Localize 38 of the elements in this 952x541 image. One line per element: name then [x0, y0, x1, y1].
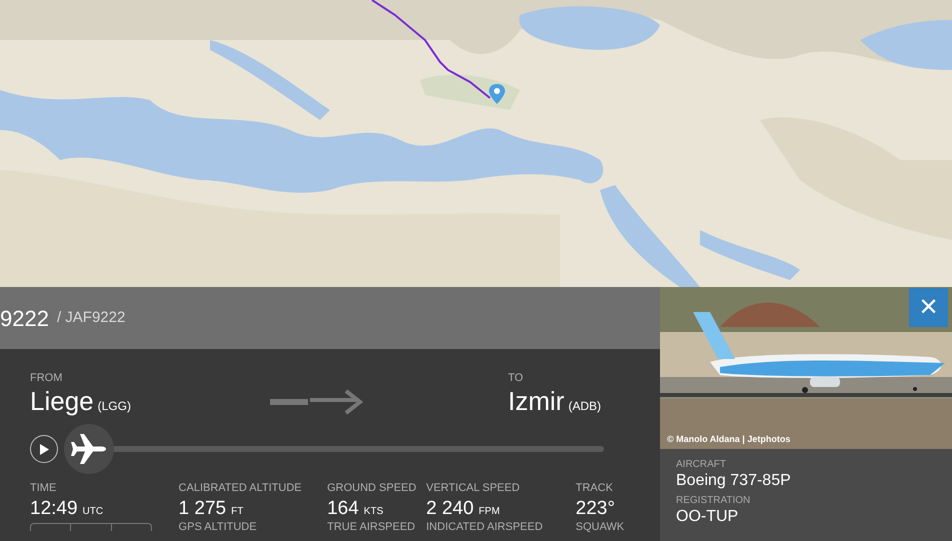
play-button[interactable] — [30, 435, 58, 463]
stat-value: 164 — [327, 497, 359, 521]
progress-thumb[interactable] — [64, 424, 114, 474]
stat-unit: FT — [231, 505, 244, 519]
info-value: Boeing 737-85P — [676, 471, 792, 491]
info-label: AIRCRAFT — [676, 459, 727, 471]
info-value: OO-TUP — [676, 507, 740, 527]
photo-credit: © Manolo Aldana | Jetphotos — [667, 432, 790, 446]
stat-value: 223° — [576, 497, 615, 521]
stat-label: GROUND SPEED — [327, 481, 418, 495]
origin-code: (LGG) — [98, 398, 131, 415]
stat-value: 12:49 — [30, 497, 78, 521]
destination-code: (ADB) — [568, 398, 601, 415]
info-label: REGISTRATION — [676, 495, 752, 507]
stat-label: TRACK — [576, 481, 614, 495]
stat-label: VERTICAL SPEED — [426, 481, 521, 495]
stat-label: TRUE AIRSPEED — [327, 521, 416, 534]
stat-label: GPS ALTITUDE — [178, 521, 258, 534]
close-button[interactable]: ✕ — [909, 288, 948, 327]
stat-label: SQUAWK — [576, 521, 626, 534]
destination-city: Izmir — [508, 385, 564, 417]
stat-unit: FPM — [478, 505, 500, 519]
from-label: FROM — [30, 371, 64, 385]
to-label: TO — [508, 371, 524, 385]
stat-unit: UTC — [82, 505, 104, 519]
stat-label: INDICATED AIRSPEED — [426, 521, 544, 534]
stat-label: CALIBRATED ALTITUDE — [178, 481, 303, 495]
origin-city: Liege — [30, 385, 94, 417]
arrow-icon — [270, 389, 366, 415]
play-icon — [39, 444, 49, 454]
time-selector[interactable] — [30, 523, 152, 531]
callsign: / JAF9222 — [56, 308, 126, 328]
stat-value: 1 275 — [178, 497, 226, 521]
stat-label: TIME — [30, 481, 58, 495]
airplane-icon — [70, 434, 108, 464]
flight-number: 9222 — [0, 304, 49, 332]
stat-unit: KTS — [364, 505, 384, 519]
stat-value: 2 240 — [426, 497, 474, 521]
